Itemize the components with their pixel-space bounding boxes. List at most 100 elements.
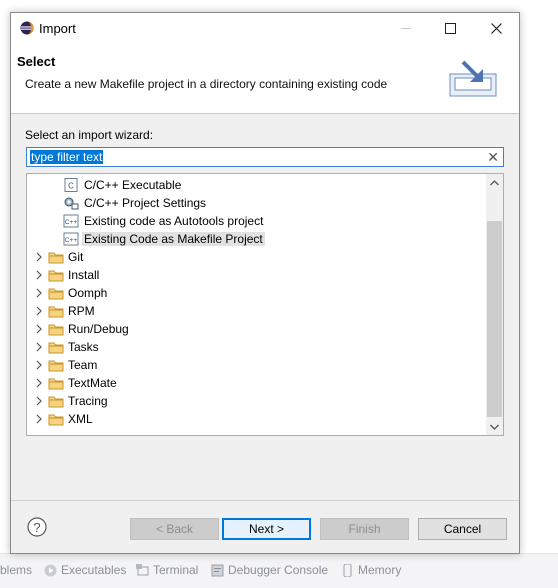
folder-icon (48, 322, 64, 336)
folder-icon (48, 286, 64, 300)
tree-item-label: Existing Code as Makefile Project (82, 232, 265, 246)
tree-item-label: Tracing (68, 394, 108, 408)
chevron-up-icon (490, 179, 499, 185)
vertical-scrollbar[interactable] (486, 174, 503, 435)
executables-icon (44, 564, 57, 576)
cpp-file-icon: C++ (63, 232, 79, 246)
tab-problems[interactable]: blems (0, 561, 32, 579)
tab-label: blems (0, 563, 33, 577)
tree-item-label: XML (68, 412, 93, 426)
svg-text:C: C (68, 182, 74, 191)
expand-chevron-icon[interactable] (33, 269, 45, 281)
expand-chevron-icon[interactable] (33, 341, 45, 353)
tree-item-label: Team (68, 358, 98, 372)
tree-category-row[interactable]: RPM (27, 302, 486, 320)
chevron-down-icon (490, 424, 499, 430)
finish-button[interactable]: Finish (320, 518, 409, 540)
folder-icon (48, 340, 64, 354)
tree-item-label: Git (68, 250, 84, 264)
expand-chevron-icon[interactable] (33, 251, 45, 263)
tab-debugger-console[interactable]: Debugger Console (211, 561, 328, 579)
import-wizard-banner-icon (449, 60, 497, 97)
tree-category-row[interactable]: Git (27, 248, 486, 266)
import-dialog: Import Select Create a new Makefile proj… (10, 12, 520, 554)
background-view-tabs: blems Executables Terminal Debugger Cons… (0, 553, 558, 588)
close-icon (491, 22, 502, 34)
tree-category-row[interactable]: Tracing (27, 392, 486, 410)
tree-category-row[interactable]: TextMate (27, 374, 486, 392)
button-bar-separator (11, 500, 519, 501)
tree-category-row[interactable]: Tasks (27, 338, 486, 356)
folder-icon (48, 304, 64, 318)
expand-chevron-icon[interactable] (33, 287, 45, 299)
tree-item-label: Oomph (68, 286, 108, 300)
tree-category-row[interactable]: XML (27, 410, 486, 428)
tree-item-label: Install (68, 268, 100, 282)
page-title: Select (17, 54, 56, 69)
tab-label: Terminal (153, 563, 199, 577)
debugger-console-icon (211, 564, 224, 576)
tab-label: Executables (61, 563, 127, 577)
folder-icon (48, 250, 64, 264)
tree-wizard-row[interactable]: C++ Existing Code as Makefile Project (27, 230, 486, 248)
expand-chevron-icon[interactable] (33, 359, 45, 371)
memory-icon (343, 563, 352, 577)
scrollbar-thumb[interactable] (487, 221, 502, 417)
help-icon[interactable]: ? (27, 517, 47, 537)
tree-item-label: TextMate (68, 376, 117, 390)
tree-item-label: Existing code as Autotools project (84, 214, 264, 228)
tree-wizard-row[interactable]: C++ Existing code as Autotools project (27, 212, 486, 230)
wizard-header: Select Create a new Makefile project in … (11, 43, 519, 114)
wizard-tree[interactable]: C C/C++ Executable C/C++ Project Settings C… (26, 173, 504, 436)
expand-chevron-icon[interactable] (33, 377, 45, 389)
expand-chevron-icon[interactable] (33, 305, 45, 317)
svg-text:C++: C++ (65, 237, 77, 244)
tab-label: Memory (358, 563, 402, 577)
clear-filter-icon[interactable]: ✕ (487, 149, 499, 165)
expand-chevron-icon[interactable] (33, 323, 45, 335)
folder-icon (48, 394, 64, 408)
tree-category-row[interactable]: Install (27, 266, 486, 284)
background-window (519, 0, 558, 587)
tree-item-label: Run/Debug (68, 322, 129, 336)
minimize-icon (400, 27, 411, 29)
title-bar[interactable]: Import (11, 13, 519, 43)
tree-wizard-row[interactable]: C C/C++ Executable (27, 176, 486, 194)
tree-item-label: RPM (68, 304, 95, 318)
next-button[interactable]: Next > (222, 518, 311, 540)
tab-terminal[interactable]: Terminal (136, 561, 198, 579)
import-wizard-label: Select an import wizard: (25, 128, 154, 142)
svg-text:C++: C++ (65, 219, 77, 226)
filter-text: type filter text (30, 150, 104, 164)
tree-item-label: C/C++ Executable (84, 178, 182, 192)
folder-icon (48, 358, 64, 372)
page-description: Create a new Makefile project in a direc… (25, 77, 388, 91)
tree-wizard-row[interactable]: C/C++ Project Settings (27, 194, 486, 212)
tree-item-label: Tasks (68, 340, 99, 354)
eclipse-logo-icon (20, 21, 34, 35)
tree-category-row[interactable]: Team (27, 356, 486, 374)
maximize-button[interactable] (428, 13, 473, 43)
expand-chevron-icon[interactable] (33, 413, 45, 425)
tab-memory[interactable]: Memory (341, 561, 401, 579)
tree-category-row[interactable]: Run/Debug (27, 320, 486, 338)
scroll-down-button[interactable] (486, 418, 503, 435)
cpp-file-icon: C++ (63, 214, 79, 228)
expand-chevron-icon[interactable] (33, 395, 45, 407)
tab-executables[interactable]: Executables (44, 561, 126, 579)
tab-label: Debugger Console (228, 563, 329, 577)
scroll-up-button[interactable] (486, 174, 503, 191)
minimize-button[interactable] (383, 13, 428, 43)
cancel-button[interactable]: Cancel (418, 518, 507, 540)
folder-icon (48, 412, 64, 426)
close-button[interactable] (474, 13, 519, 43)
project-settings-icon (63, 196, 79, 210)
dialog-title: Import (39, 21, 76, 36)
tree-category-row[interactable]: Oomph (27, 284, 486, 302)
maximize-icon (445, 22, 456, 34)
cpp-executable-icon: C (63, 178, 79, 192)
tree-item-label: C/C++ Project Settings (84, 196, 207, 210)
back-button[interactable]: < Back (130, 518, 219, 540)
filter-input[interactable]: type filter text ✕ (26, 147, 504, 167)
folder-icon (48, 268, 64, 282)
